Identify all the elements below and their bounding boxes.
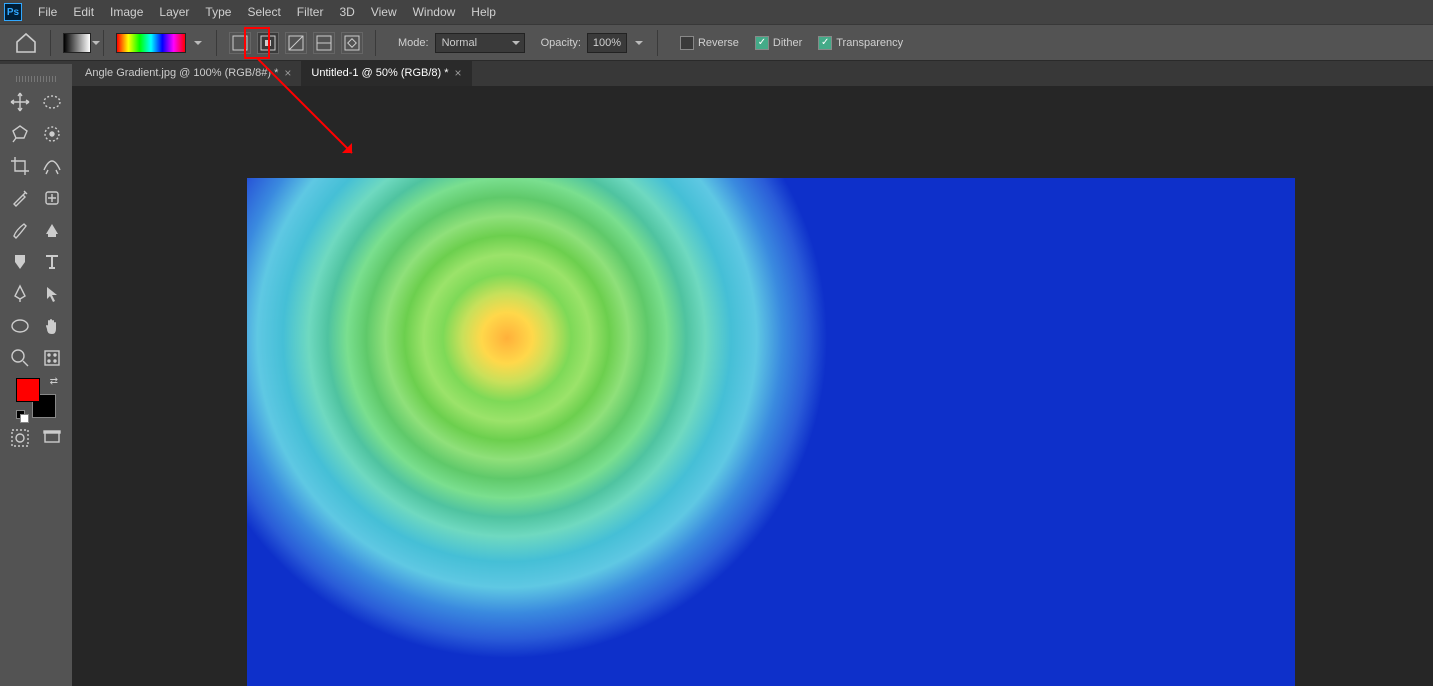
- tool-preset-picker[interactable]: [63, 33, 91, 53]
- tab-label: Angle Gradient.jpg @ 100% (RGB/8#) *: [85, 67, 278, 79]
- panel-grip[interactable]: [16, 76, 56, 82]
- default-colors-icon[interactable]: [16, 410, 30, 420]
- checkbox-icon: [755, 36, 769, 50]
- opacity-label: Opacity:: [541, 37, 581, 49]
- menu-edit[interactable]: Edit: [65, 5, 102, 19]
- gradient-type-linear[interactable]: [229, 32, 251, 54]
- menu-layer[interactable]: Layer: [151, 5, 197, 19]
- divider: [103, 30, 104, 56]
- zoom-tool[interactable]: [8, 346, 32, 370]
- gradient-type-angle[interactable]: [285, 32, 307, 54]
- menu-help[interactable]: Help: [463, 5, 504, 19]
- menu-file[interactable]: File: [30, 5, 65, 19]
- menu-bar: Ps File Edit Image Layer Type Select Fil…: [0, 0, 1433, 24]
- shape-tool[interactable]: [8, 314, 32, 338]
- menu-filter[interactable]: Filter: [289, 5, 332, 19]
- artboard[interactable]: [247, 178, 1295, 686]
- options-bar: Mode: Normal Opacity: 100% Reverse Dithe…: [0, 24, 1433, 60]
- quick-select-tool[interactable]: [40, 122, 64, 146]
- app-logo: Ps: [4, 3, 22, 21]
- opacity-input[interactable]: 100%: [587, 33, 627, 53]
- menu-image[interactable]: Image: [102, 5, 151, 19]
- frame-tool[interactable]: [40, 154, 64, 178]
- type-tool[interactable]: [40, 250, 64, 274]
- healing-brush-tool[interactable]: [40, 186, 64, 210]
- divider: [50, 30, 51, 56]
- gradient-picker-caret[interactable]: [192, 33, 204, 53]
- gradient-picker[interactable]: [116, 33, 186, 53]
- transparency-checkbox[interactable]: Transparency: [818, 36, 903, 50]
- foreground-color[interactable]: [16, 378, 40, 402]
- quick-mask-tool[interactable]: [8, 426, 32, 450]
- opacity-value: 100%: [593, 37, 621, 49]
- document-tab[interactable]: Angle Gradient.jpg @ 100% (RGB/8#) * ×: [75, 60, 301, 86]
- swap-colors-icon[interactable]: ⇄: [50, 376, 58, 387]
- menu-window[interactable]: Window: [405, 5, 464, 19]
- dither-checkbox[interactable]: Dither: [755, 36, 802, 50]
- menu-select[interactable]: Select: [239, 5, 288, 19]
- clone-stamp-tool[interactable]: [40, 218, 64, 242]
- reverse-label: Reverse: [698, 37, 739, 49]
- tools-panel: ⇄: [0, 64, 72, 686]
- divider: [657, 30, 658, 56]
- menu-3d[interactable]: 3D: [331, 5, 362, 19]
- marquee-tool[interactable]: [40, 90, 64, 114]
- brush-tool[interactable]: [8, 218, 32, 242]
- opacity-caret[interactable]: [633, 33, 645, 53]
- edit-toolbar[interactable]: [40, 346, 64, 370]
- checkbox-icon: [680, 36, 694, 50]
- move-tool[interactable]: [8, 90, 32, 114]
- color-swatches[interactable]: ⇄: [16, 378, 56, 418]
- eyedropper-tool[interactable]: [8, 186, 32, 210]
- document-tab[interactable]: Untitled-1 @ 50% (RGB/8) * ×: [301, 60, 471, 86]
- close-icon[interactable]: ×: [284, 66, 291, 80]
- lasso-tool[interactable]: [8, 122, 32, 146]
- mode-select[interactable]: Normal: [435, 33, 525, 53]
- transparency-label: Transparency: [836, 37, 903, 49]
- checkbox-icon: [818, 36, 832, 50]
- gradient-type-radial[interactable]: [257, 32, 279, 54]
- crop-tool[interactable]: [8, 154, 32, 178]
- home-icon[interactable]: [14, 31, 38, 55]
- menu-view[interactable]: View: [363, 5, 405, 19]
- history-brush-tool[interactable]: [8, 250, 32, 274]
- reverse-checkbox[interactable]: Reverse: [680, 36, 739, 50]
- path-select-tool[interactable]: [40, 282, 64, 306]
- divider: [216, 30, 217, 56]
- gradient-type-reflected[interactable]: [313, 32, 335, 54]
- dither-label: Dither: [773, 37, 802, 49]
- gradient-artwork: [247, 178, 827, 658]
- close-icon[interactable]: ×: [455, 66, 462, 80]
- screen-mode-tool[interactable]: [40, 426, 64, 450]
- divider: [375, 30, 376, 56]
- menu-type[interactable]: Type: [197, 5, 239, 19]
- canvas-area[interactable]: [72, 86, 1433, 686]
- tab-label: Untitled-1 @ 50% (RGB/8) *: [311, 67, 448, 79]
- pen-tool[interactable]: [8, 282, 32, 306]
- mode-value: Normal: [442, 37, 477, 49]
- gradient-type-diamond[interactable]: [341, 32, 363, 54]
- mode-label: Mode:: [398, 37, 429, 49]
- document-tabs: Angle Gradient.jpg @ 100% (RGB/8#) * × U…: [0, 60, 1433, 86]
- hand-tool[interactable]: [40, 314, 64, 338]
